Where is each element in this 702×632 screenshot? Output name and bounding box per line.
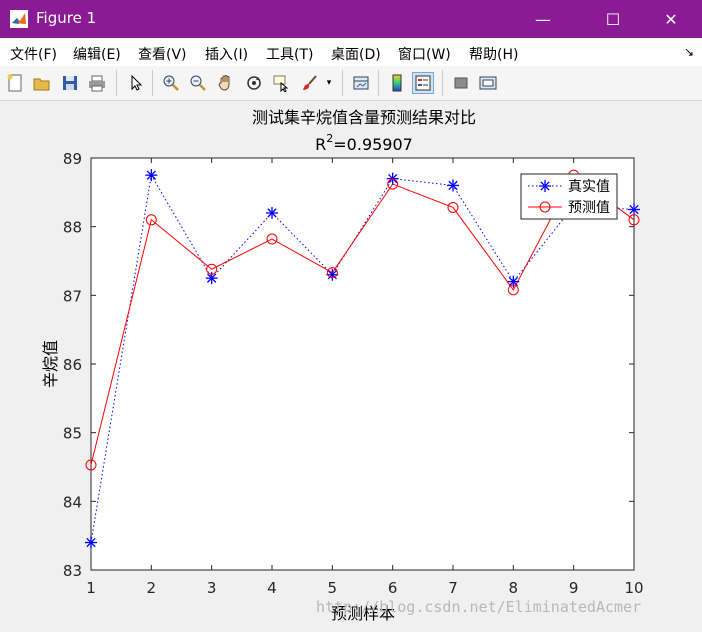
- close-icon: ✕: [664, 9, 678, 29]
- minimize-icon: —: [535, 9, 551, 29]
- toolbar-separator: [342, 70, 343, 96]
- open-file-icon[interactable]: [31, 72, 53, 94]
- legend-icon[interactable]: [412, 72, 434, 94]
- subtitle-prefix: R: [315, 135, 326, 154]
- brush-dropdown-icon[interactable]: ▾: [322, 72, 336, 94]
- legend[interactable]: 真实值 预测值: [520, 173, 618, 220]
- x-tick-label: 5: [328, 579, 338, 597]
- menu-window[interactable]: 窗口(W): [398, 44, 451, 64]
- subtitle-sup: 2: [326, 132, 333, 145]
- save-icon[interactable]: [59, 72, 81, 94]
- x-tick-label: 3: [207, 579, 217, 597]
- figure-area: 测试集辛烷值含量预测结果对比 R2=0.95907 1 2 3 4 5 6 7 8 9 10 83 8…: [0, 101, 702, 628]
- x-tick-label: 1: [86, 579, 96, 597]
- chart-title: 测试集辛烷值含量预测结果对比: [252, 108, 476, 127]
- menu-file[interactable]: 文件(F): [10, 44, 57, 64]
- menu-help[interactable]: 帮助(H): [469, 44, 518, 64]
- subtitle-value: =0.95907: [333, 135, 413, 154]
- toolbar-separator: [152, 70, 153, 96]
- x-tick-label: 4: [267, 579, 277, 597]
- y-tick-label: 84: [63, 493, 82, 511]
- watermark: http://blog.csdn.net/EliminatedAcmer: [316, 598, 642, 616]
- y-tick-label: 85: [63, 425, 82, 443]
- select-arrow-icon[interactable]: [125, 72, 147, 94]
- menu-desktop[interactable]: 桌面(D): [331, 44, 381, 64]
- x-tick-label: 2: [147, 579, 157, 597]
- chart[interactable]: 测试集辛烷值含量预测结果对比 R2=0.95907 1 2 3 4 5 6 7 8 9 10838…: [0, 101, 702, 628]
- window-title: Figure 1: [36, 9, 97, 27]
- legend-label-real: 真实值: [568, 179, 610, 195]
- y-axis-label: 辛烷值: [41, 340, 60, 388]
- toolbar-separator: [378, 70, 379, 96]
- title-bar: Figure 1 — ☐ ✕: [0, 0, 702, 38]
- plot-area: [90, 157, 635, 571]
- toolbar-separator: [116, 70, 117, 96]
- colorbar-icon[interactable]: [386, 72, 408, 94]
- minimize-button[interactable]: —: [520, 0, 566, 38]
- menu-tools[interactable]: 工具(T): [266, 44, 313, 64]
- menu-view[interactable]: 查看(V): [138, 44, 187, 64]
- legend-label-pred: 预测值: [568, 200, 610, 216]
- menu-insert[interactable]: 插入(I): [205, 44, 248, 64]
- x-tick-label: 10: [624, 579, 643, 597]
- maximize-button[interactable]: ☐: [590, 0, 636, 38]
- y-tick-label: 83: [63, 562, 82, 580]
- new-figure-icon[interactable]: [4, 72, 26, 94]
- y-tick-label: 89: [63, 150, 82, 168]
- print-icon[interactable]: [86, 72, 108, 94]
- data-cursor-icon[interactable]: [271, 72, 293, 94]
- maximize-icon: ☐: [605, 9, 621, 29]
- menu-edit[interactable]: 编辑(E): [73, 44, 121, 64]
- chart-subtitle: R2=0.95907: [315, 132, 413, 154]
- hide-tools-icon[interactable]: [450, 72, 472, 94]
- matlab-logo-icon: [10, 10, 28, 28]
- rotate-3d-icon[interactable]: [243, 72, 265, 94]
- y-tick-label: 87: [63, 287, 82, 305]
- x-tick-label: 9: [569, 579, 579, 597]
- pan-hand-icon[interactable]: [215, 72, 237, 94]
- y-tick-label: 88: [63, 219, 82, 237]
- menu-overflow-icon[interactable]: ↘: [684, 45, 694, 59]
- x-tick-label: 7: [448, 579, 458, 597]
- y-tick-label: 86: [63, 356, 82, 374]
- x-tick-label: 6: [388, 579, 398, 597]
- show-tools-icon[interactable]: [477, 72, 499, 94]
- link-plot-icon[interactable]: [350, 72, 372, 94]
- zoom-out-icon[interactable]: [187, 72, 209, 94]
- zoom-in-icon[interactable]: [160, 72, 182, 94]
- x-tick-label: 8: [509, 579, 519, 597]
- brush-icon[interactable]: [299, 72, 321, 94]
- close-button[interactable]: ✕: [648, 0, 694, 38]
- toolbar-separator: [442, 70, 443, 96]
